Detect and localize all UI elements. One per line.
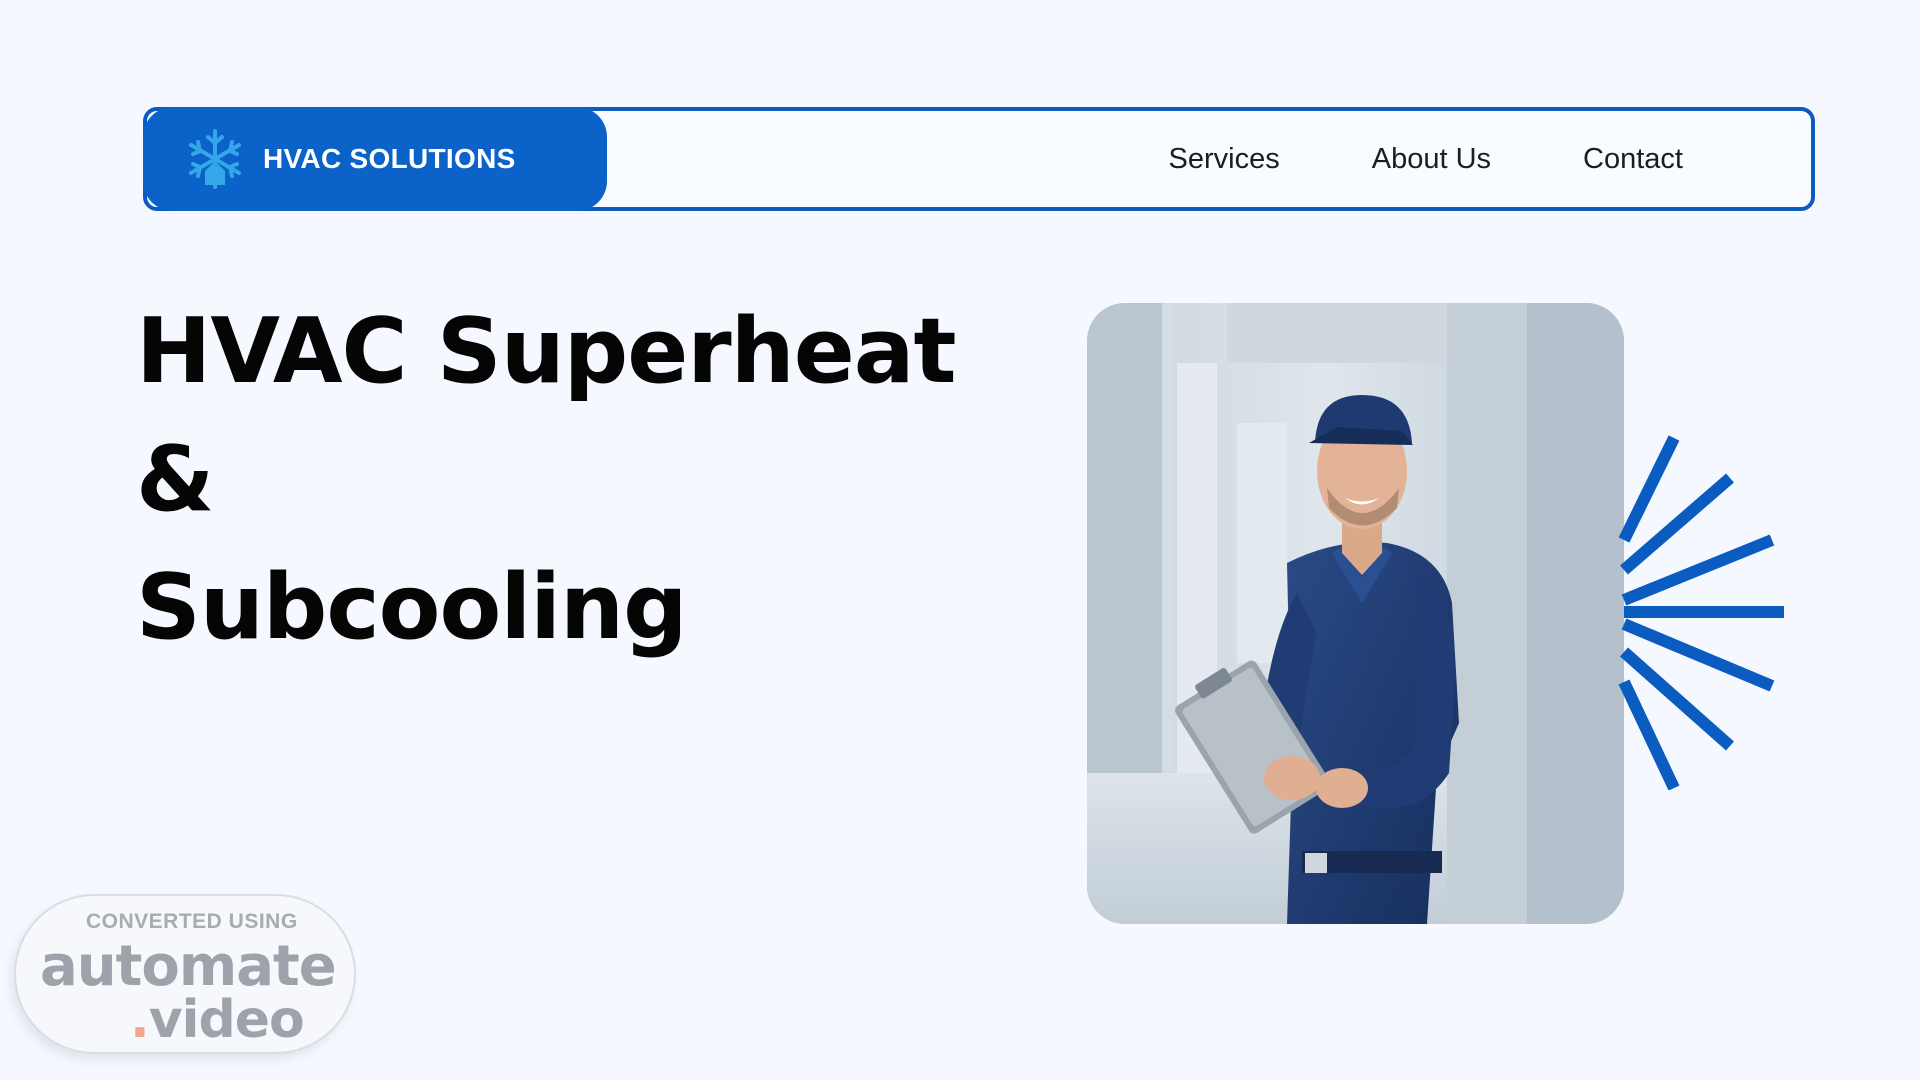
- nav-link-about-us[interactable]: About Us: [1372, 143, 1491, 176]
- automate-video-watermark: CONVERTED USING automate .video: [14, 894, 356, 1054]
- technician-photo: [1087, 303, 1624, 924]
- watermark-dot: .: [130, 990, 150, 1050]
- brand-logo[interactable]: HVAC SOLUTIONS: [143, 107, 607, 211]
- nav-links: Services About Us Contact: [1169, 111, 1683, 207]
- snowflake-house-icon: [189, 129, 241, 189]
- watermark-video: .video: [130, 990, 305, 1050]
- nav-link-services[interactable]: Services: [1169, 143, 1280, 176]
- hero-title: HVAC Superheat & Subcooling: [136, 288, 1036, 672]
- brand-name: HVAC SOLUTIONS: [263, 143, 516, 174]
- hero-title-line-1: HVAC Superheat &: [136, 299, 957, 532]
- hero-title-line-2: Subcooling: [136, 555, 688, 660]
- nav-link-contact[interactable]: Contact: [1583, 143, 1683, 176]
- watermark-video-text: video: [148, 990, 305, 1050]
- watermark-caption: CONVERTED USING: [86, 910, 298, 933]
- navbar: HVAC SOLUTIONS Services About Us Contact: [143, 107, 1815, 211]
- slide: HVAC SOLUTIONS Services About Us Contact…: [0, 0, 1920, 1080]
- sunburst-decoration: [1618, 435, 1784, 790]
